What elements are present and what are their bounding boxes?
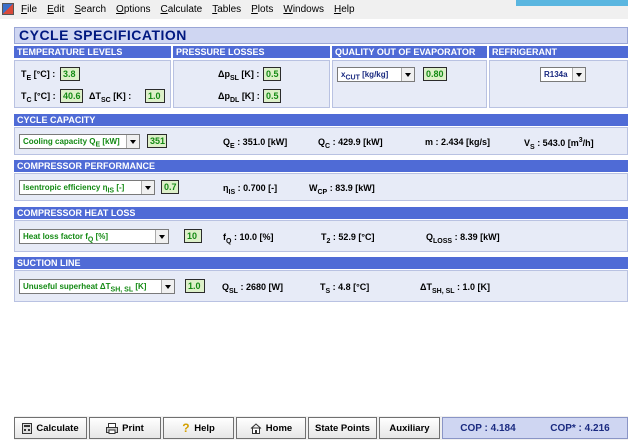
menu-options[interactable]: Options [116, 4, 150, 15]
dtsc-input[interactable]: 1.0 [145, 89, 165, 103]
print-button[interactable]: Print [89, 417, 161, 439]
compressor-panel: Isentropic efficiency ηIS [-] 0.7 ηIS : … [14, 173, 628, 201]
calculate-button[interactable]: Calculate [14, 417, 87, 439]
te-label: TE [°C] : [21, 69, 56, 82]
header-temperature-levels: TEMPERATURE LEVELS [14, 46, 173, 58]
efficiency-type-select[interactable]: Isentropic efficiency ηIS [-] [19, 180, 155, 195]
calculator-icon [22, 422, 33, 434]
pressure-panel: ΔpSL [K] : 0.5 ΔpDL [K] : 0.5 [173, 60, 330, 108]
header-compressor-heat-loss: COMPRESSOR HEAT LOSS [14, 207, 628, 219]
bottom-toolbar: Calculate Print ? Help Home State Points… [14, 416, 628, 440]
menu-edit[interactable]: Edit [47, 4, 64, 15]
menu-help[interactable]: Help [334, 4, 355, 15]
header-quality: QUALITY OUT OF EVAPORATOR [332, 46, 489, 58]
dtsc-label: ΔTSC [K] : [89, 91, 132, 104]
help-icon: ? [182, 420, 190, 435]
cop-readout: COP : 4.184 [460, 422, 516, 434]
mass-flow-readout: m : 2.434 [kg/s] [425, 137, 491, 147]
menu-search[interactable]: Search [74, 4, 106, 15]
heatloss-type-select[interactable]: Heat loss factor fQ [%] [19, 229, 169, 244]
state-points-button[interactable]: State Points [308, 417, 377, 439]
chevron-down-icon [161, 280, 174, 293]
chevron-down-icon [126, 135, 139, 148]
superheat-type-select[interactable]: Unuseful superheat ΔTSH, SL [K] [19, 279, 175, 294]
header-refrigerant: REFRIGERANT [489, 46, 628, 58]
window-edge-strip [516, 0, 628, 6]
t2-readout: T2 : 52.9 [°C] [321, 232, 375, 245]
qsl-readout: QSL : 2680 [W] [222, 282, 283, 295]
header-pressure-losses: PRESSURE LOSSES [173, 46, 332, 58]
efficiency-input[interactable]: 0.7 [161, 180, 179, 194]
page-title: CYCLE SPECIFICATION [14, 27, 628, 44]
dpsl-input[interactable]: 0.5 [263, 67, 281, 81]
chevron-down-icon [155, 230, 168, 243]
quality-panel: xCUT [kg/kg] 0.80 [332, 60, 487, 108]
chevron-down-icon [141, 181, 154, 194]
quality-type-select[interactable]: xCUT [kg/kg] [337, 67, 415, 82]
fq-readout: fQ : 10.0 [%] [223, 232, 274, 245]
temperature-panel: TE [°C] : 3.8 TC [°C] : 40.6 ΔTSC [K] : … [14, 60, 171, 108]
refrigerant-panel: R134a [489, 60, 628, 108]
menu-plots[interactable]: Plots [251, 4, 273, 15]
top-section-headers: TEMPERATURE LEVELS PRESSURE LOSSES QUALI… [14, 46, 628, 58]
dpdl-label: ΔpDL [K] : [218, 91, 260, 104]
eta-is-readout: ηIS : 0.700 [-] [223, 183, 278, 196]
auxiliary-button[interactable]: Auxiliary [379, 417, 440, 439]
home-icon [250, 422, 262, 434]
menu-file[interactable]: File [21, 4, 37, 15]
quality-input[interactable]: 0.80 [423, 67, 447, 81]
qc-readout: QC : 429.9 [kW] [318, 137, 383, 150]
app-icon [2, 3, 14, 15]
header-cycle-capacity: CYCLE CAPACITY [14, 114, 628, 126]
header-compressor-performance: COMPRESSOR PERFORMANCE [14, 160, 628, 172]
cop-display: COP : 4.184 COP* : 4.216 [442, 417, 628, 439]
tc-label: TC [°C] : [21, 91, 56, 104]
tc-input[interactable]: 40.6 [60, 89, 83, 103]
chevron-down-icon [572, 68, 585, 81]
capacity-panel: Cooling capacity QE [kW] 351 QE : 351.0 … [14, 127, 628, 155]
menu-windows[interactable]: Windows [283, 4, 324, 15]
capacity-type-select[interactable]: Cooling capacity QE [kW] [19, 134, 140, 149]
help-button[interactable]: ? Help [163, 417, 234, 439]
te-input[interactable]: 3.8 [60, 67, 80, 81]
home-button[interactable]: Home [236, 417, 306, 439]
capacity-input[interactable]: 351 [147, 134, 167, 148]
menu-tables[interactable]: Tables [212, 4, 241, 15]
vs-readout: VS : 543.0 [m3/h] [524, 137, 594, 151]
menu-calculate[interactable]: Calculate [161, 4, 203, 15]
dpdl-input[interactable]: 0.5 [263, 89, 281, 103]
refrigerant-select[interactable]: R134a [540, 67, 586, 82]
wcp-readout: WCP : 83.9 [kW] [309, 183, 375, 196]
heatloss-panel: Heat loss factor fQ [%] 10 fQ : 10.0 [%]… [14, 220, 628, 252]
printer-icon [106, 422, 119, 434]
cop-star-readout: COP* : 4.216 [550, 422, 610, 434]
ts-readout: TS : 4.8 [°C] [320, 282, 370, 295]
chevron-down-icon [401, 68, 414, 81]
suction-panel: Unuseful superheat ΔTSH, SL [K] 1.0 QSL … [14, 270, 628, 302]
superheat-input[interactable]: 1.0 [185, 279, 205, 293]
qe-readout: QE : 351.0 [kW] [223, 137, 288, 150]
dpsl-label: ΔpSL [K] : [218, 69, 260, 82]
qloss-readout: QLOSS : 8.39 [kW] [426, 232, 500, 245]
dtsh-readout: ΔTSH, SL : 1.0 [K] [420, 282, 491, 295]
header-suction-line: SUCTION LINE [14, 257, 628, 269]
heatloss-input[interactable]: 10 [184, 229, 202, 243]
